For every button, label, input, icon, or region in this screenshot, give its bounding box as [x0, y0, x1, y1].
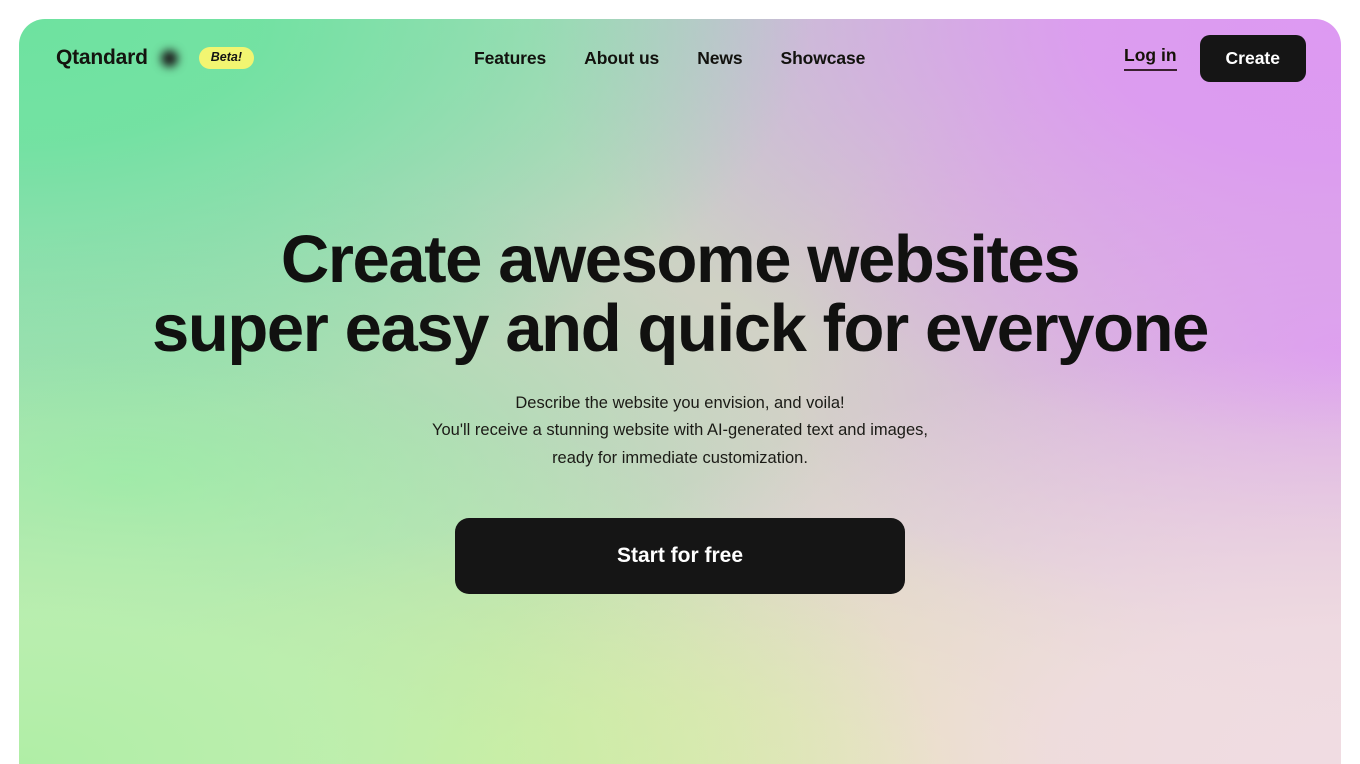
cta-container: Start for free [19, 517, 1341, 594]
nav-item-features[interactable]: Features [474, 48, 546, 69]
subtitle-line-1: Describe the website you envision, and v… [515, 393, 845, 412]
subtitle-line-2: You'll receive a stunning website with A… [431, 421, 928, 440]
top-navigation-bar: Qtandard Beta! Features About us News Sh… [19, 19, 1341, 97]
hero-subtitle: Describe the website you envision, and v… [19, 390, 1341, 473]
hero-card: Qtandard Beta! Features About us News Sh… [19, 19, 1341, 764]
brand-name: Qtandard [56, 46, 148, 69]
create-button[interactable]: Create [1199, 34, 1306, 82]
brand-logo[interactable]: Qtandard Beta! [56, 46, 255, 70]
headline-line-2: super easy and quick for everyone [151, 291, 1209, 367]
hero-section: Create awesome websites super easy and q… [19, 225, 1341, 594]
brand-dot-icon [160, 49, 178, 67]
start-for-free-button[interactable]: Start for free [455, 517, 905, 594]
page-title: Create awesome websites super easy and q… [19, 225, 1341, 364]
subtitle-line-3: ready for immediate customization. [552, 449, 808, 468]
nav-item-showcase[interactable]: Showcase [781, 48, 866, 69]
headline-line-1: Create awesome websites [280, 222, 1081, 297]
nav-item-about-us[interactable]: About us [584, 48, 659, 69]
auth-actions: Log in Create [1124, 34, 1306, 82]
main-nav: Features About us News Showcase [474, 48, 865, 69]
nav-item-news[interactable]: News [697, 48, 742, 69]
beta-badge: Beta! [198, 47, 255, 69]
log-in-link[interactable]: Log in [1124, 45, 1177, 71]
